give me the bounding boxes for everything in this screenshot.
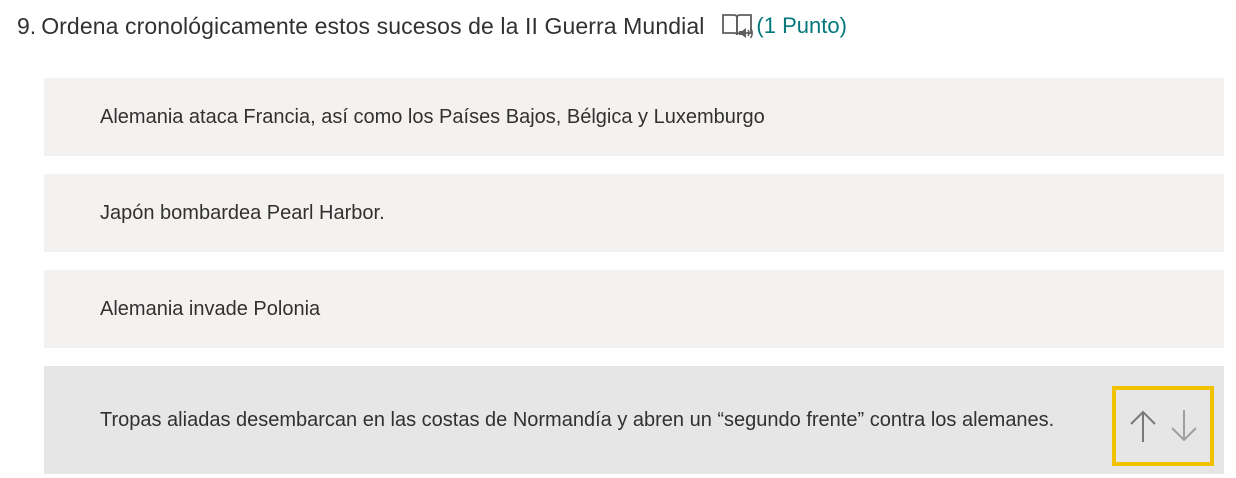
ranking-item[interactable]: Alemania ataca Francia, así como los Paí… (44, 78, 1224, 156)
move-up-button[interactable] (1125, 403, 1161, 449)
question-number: 9. (17, 12, 37, 39)
move-controls (1112, 386, 1214, 466)
ranking-item[interactable]: Alemania invade Polonia (44, 270, 1224, 348)
ranking-item-label: Japón bombardea Pearl Harbor. (100, 202, 385, 224)
ranking-item[interactable]: Japón bombardea Pearl Harbor. (44, 174, 1224, 252)
ranking-item-selected[interactable]: Tropas aliadas desembarcan en las costas… (44, 366, 1224, 474)
ranking-item-label: Tropas aliadas desembarcan en las costas… (100, 409, 1055, 431)
move-down-button[interactable] (1166, 403, 1202, 449)
ranking-item-label: Alemania ataca Francia, así como los Paí… (100, 106, 765, 128)
question-title: Ordena cronológicamente estos sucesos de… (41, 12, 705, 39)
ranking-item-label: Alemania invade Polonia (100, 298, 321, 320)
arrow-down-icon (1170, 410, 1197, 442)
arrow-up-icon (1129, 410, 1156, 442)
question-points: (1 Punto) (756, 13, 847, 38)
question-header: 9. Ordena cronológicamente estos sucesos… (17, 8, 847, 44)
immersive-reader-button[interactable] (720, 10, 756, 42)
immersive-reader-icon (722, 14, 754, 39)
